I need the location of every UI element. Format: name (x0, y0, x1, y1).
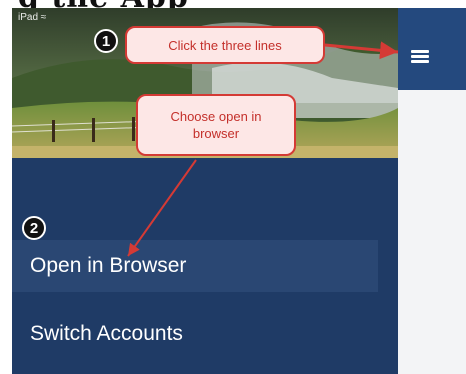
callout-choose-open-in-browser: Choose open in browser (136, 94, 296, 156)
hamburger-line-bottom (411, 60, 429, 63)
step-1-badge: 1 (94, 29, 118, 53)
tutorial-screenshot: g the App (0, 0, 466, 374)
menu-item-open-in-browser[interactable]: Open in Browser (12, 240, 378, 292)
hamburger-icon[interactable] (407, 48, 433, 66)
hamburger-line-top (411, 50, 429, 53)
step-2-badge: 2 (22, 216, 46, 240)
hamburger-line-middle (411, 55, 429, 58)
callout-click-three-lines: Click the three lines (125, 26, 325, 64)
status-bar-device: iPad ≈ (18, 12, 47, 23)
menu-item-switch-accounts[interactable]: Switch Accounts (12, 308, 378, 360)
